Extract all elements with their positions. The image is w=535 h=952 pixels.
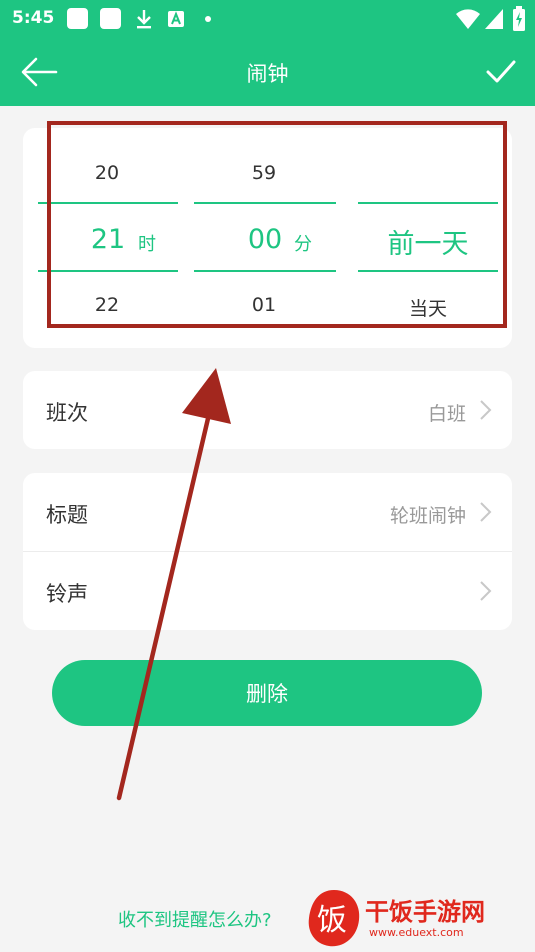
watermark-text: 干饭手游网 (365, 898, 485, 926)
watermark-logo: 饭 干饭手游网 www.eduext.com (303, 884, 535, 952)
svg-text:饭: 饭 (317, 903, 347, 938)
watermark-emblem-icon: 饭 (308, 890, 360, 947)
annotation-arrow-icon (116, 368, 231, 801)
watermark-url: www.eduext.com (369, 926, 464, 939)
